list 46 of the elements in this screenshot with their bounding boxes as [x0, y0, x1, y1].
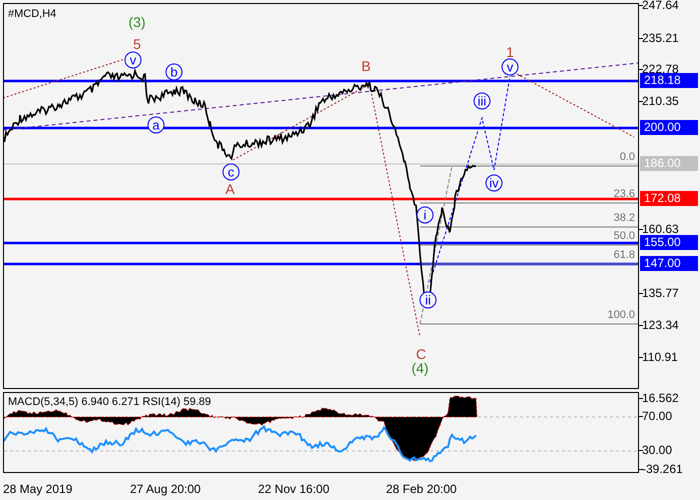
- wave-label: (3): [128, 14, 146, 30]
- fibonacci-label: 0.0: [620, 151, 635, 163]
- wave-label: iii: [474, 92, 490, 110]
- price-tick-label: 247.64: [642, 0, 679, 12]
- price-level-tag: 218.18: [640, 73, 698, 88]
- wave-label: C: [416, 346, 426, 362]
- wave-label: iv: [486, 174, 502, 192]
- fibonacci-label: 50.0: [614, 230, 635, 242]
- price-tick-label: 222.78: [642, 62, 679, 76]
- wave-label: B: [361, 58, 371, 74]
- wave-label: ii: [420, 292, 436, 308]
- wave-label: i: [416, 206, 434, 224]
- fibonacci-label: 38.2: [614, 212, 635, 224]
- price-level-tag: 155.00: [640, 235, 698, 250]
- fibonacci-label: 23.6: [614, 188, 635, 200]
- fibonacci-label: 100.0: [607, 309, 635, 321]
- price-level-tag: 200.00: [640, 120, 698, 135]
- indicator-tick-label: 16.562: [642, 391, 679, 405]
- time-axis-label: 27 Aug 20:00: [130, 481, 201, 497]
- indicator-tick-label: 70.00: [642, 409, 672, 423]
- symbol-label: #MCD,H4: [8, 8, 56, 20]
- price-tick-label: 110.91: [642, 350, 678, 364]
- indicator-tick-label: 30.00: [642, 443, 672, 457]
- wave-label: a: [148, 116, 164, 134]
- wave-label: A: [225, 181, 235, 197]
- wave-label: v: [124, 52, 142, 68]
- price-tick-label: 210.35: [642, 94, 679, 108]
- price-tick-label: 123.34: [642, 318, 679, 332]
- wave-label: c: [222, 164, 240, 180]
- price-tick-label: 160.63: [642, 222, 679, 236]
- price-level-tag: 147.00: [640, 256, 698, 271]
- price-tick-label: 235.21: [642, 31, 679, 45]
- time-axis-label: 22 Nov 16:00: [258, 481, 330, 497]
- wave-label: (4): [411, 360, 429, 376]
- wave-label: 5: [133, 36, 141, 52]
- indicator-title: MACD(5,34,5) 6.940 6.271 RSI(14) 59.89: [8, 396, 212, 408]
- indicator-tick-label: -39.261: [642, 462, 683, 476]
- time-axis-label: 28 Feb 20:00: [386, 481, 457, 497]
- price-level-tag: 186.00: [640, 156, 698, 171]
- wave-label: v: [502, 58, 518, 76]
- time-axis-label: 28 May 2019: [3, 481, 72, 497]
- fibonacci-label: 61.8: [614, 249, 635, 261]
- price-level-tag: 172.08: [640, 191, 698, 206]
- price-tick-label: 135.77: [642, 286, 679, 300]
- wave-label: b: [166, 64, 182, 80]
- wave-label: 1: [506, 44, 514, 60]
